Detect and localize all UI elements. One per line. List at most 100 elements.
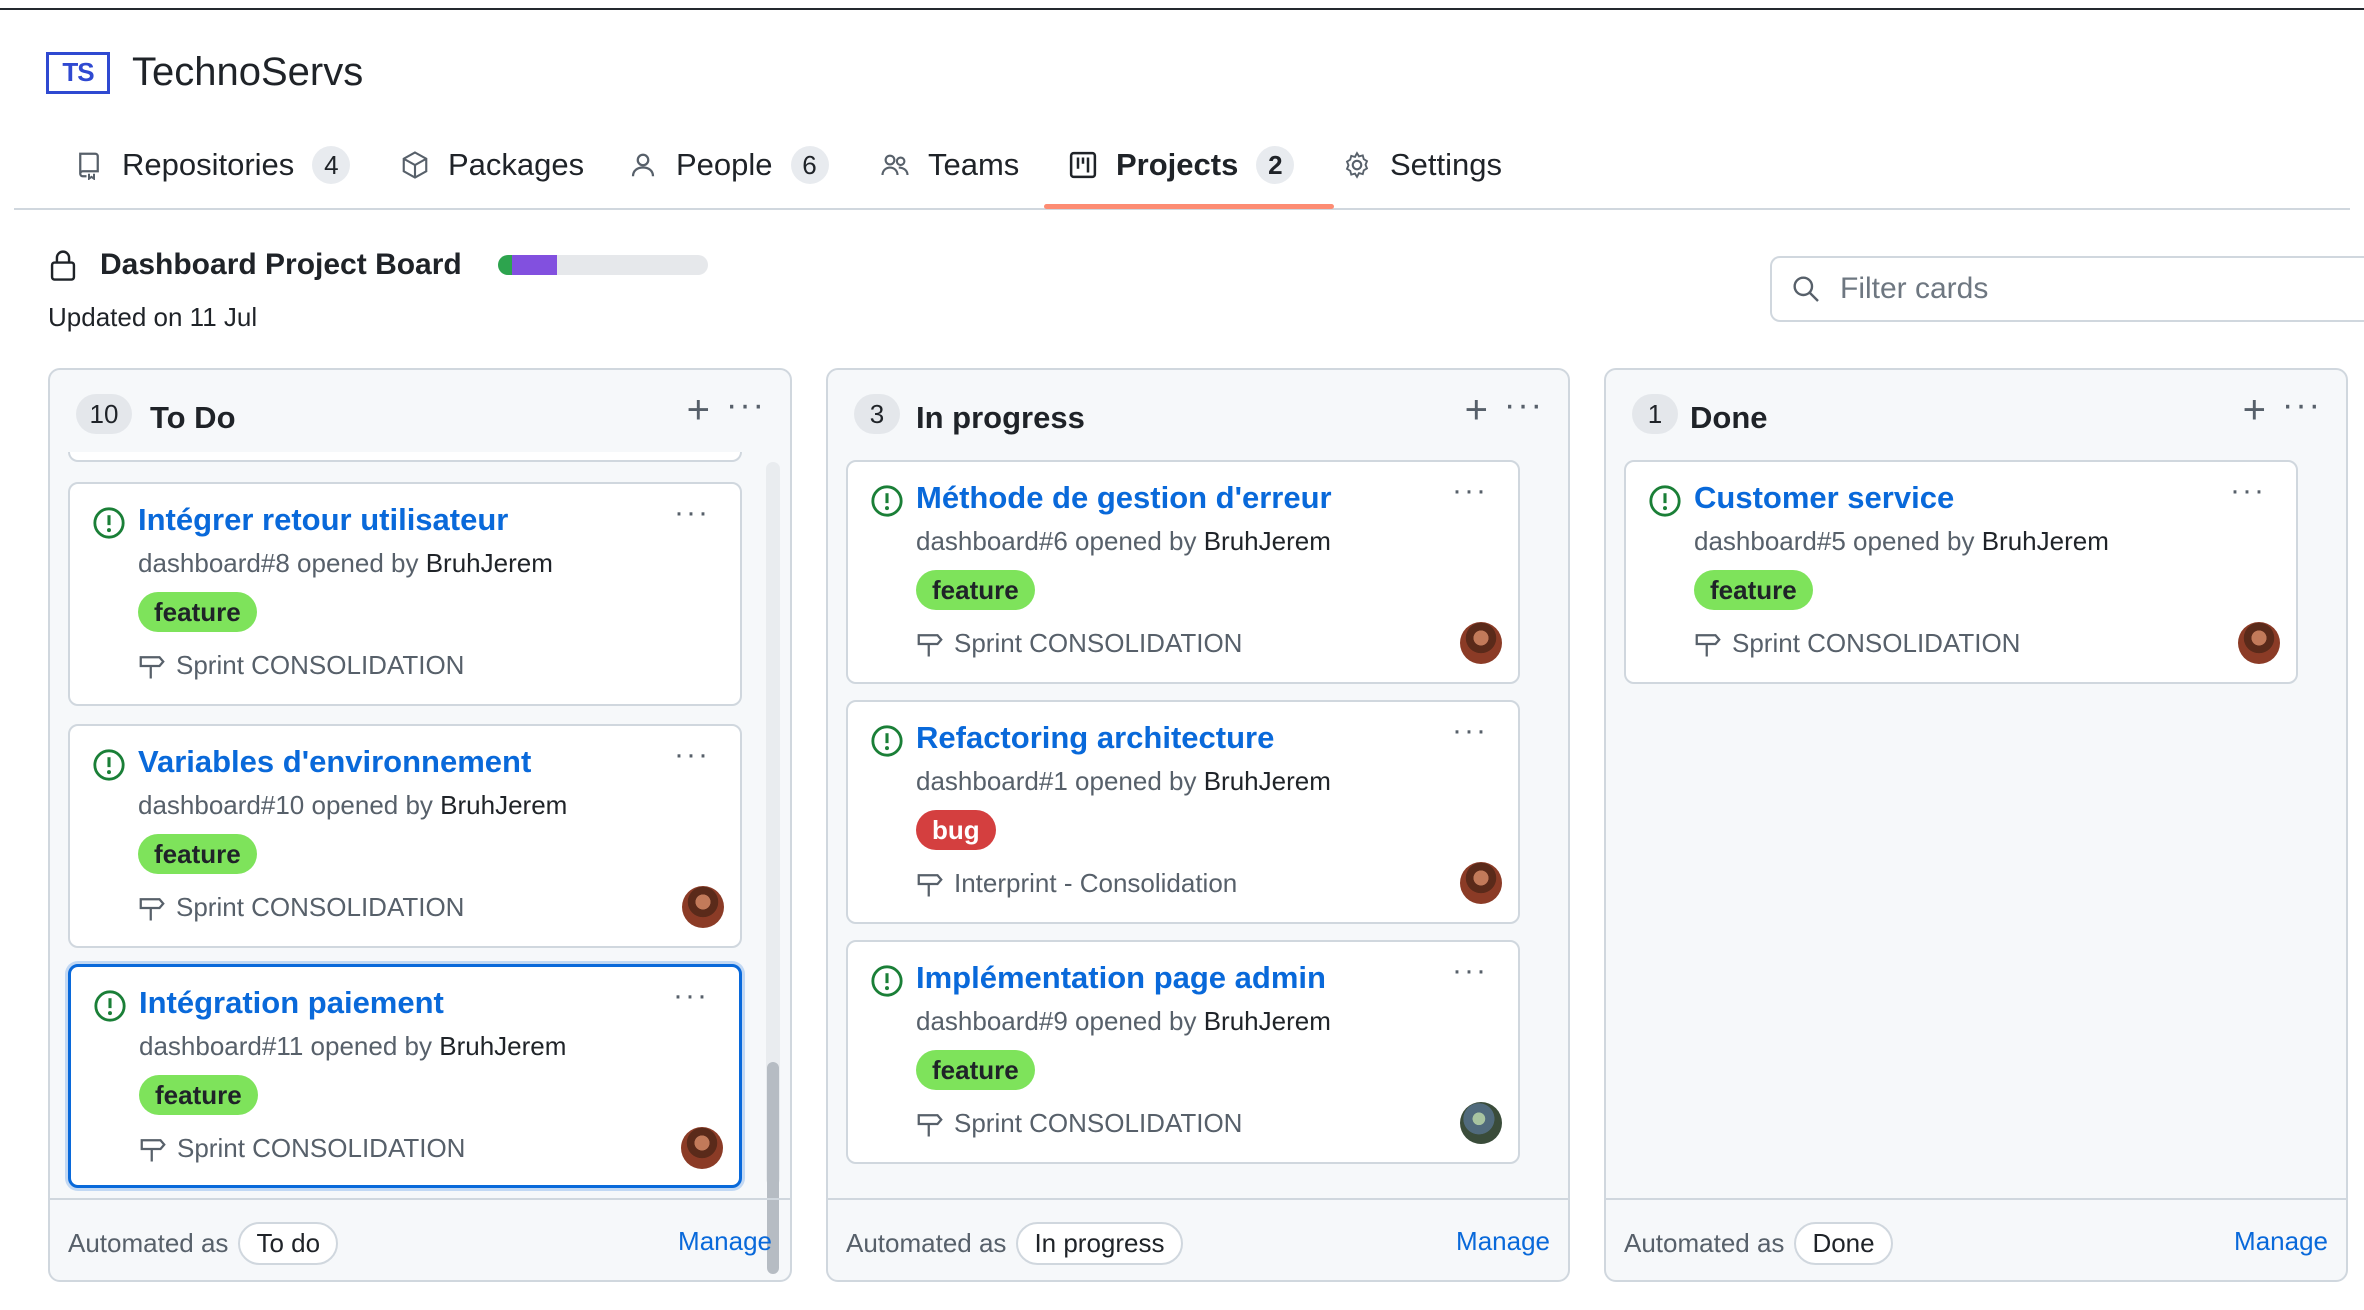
tab-label: Teams	[928, 147, 1020, 182]
add-card-button[interactable]: +	[687, 390, 710, 430]
card-milestone[interactable]: Sprint CONSOLIDATION	[136, 892, 464, 923]
card-milestone[interactable]: Interprint - Consolidation	[914, 868, 1237, 899]
open-issue-icon	[93, 507, 125, 539]
tab-settings[interactable]: Settings	[1342, 134, 1502, 196]
card-title[interactable]: Variables d'environnement	[138, 744, 531, 780]
manage-automation-link[interactable]: Manage	[1456, 1226, 1550, 1257]
card-menu-button[interactable]: ···	[2230, 474, 2266, 508]
assignee-avatar[interactable]	[681, 1127, 723, 1169]
card-menu-button[interactable]: ···	[673, 979, 709, 1013]
assignee-avatar[interactable]	[682, 886, 724, 928]
column-menu-button[interactable]: ···	[2282, 386, 2322, 425]
issue-card-selected[interactable]: Intégration paiement ··· dashboard#11 op…	[68, 964, 742, 1188]
card-menu-button[interactable]: ···	[1452, 474, 1488, 508]
tab-teams[interactable]: Teams	[880, 134, 1019, 196]
label-feature[interactable]: feature	[138, 834, 257, 874]
card-title[interactable]: Méthode de gestion d'erreur	[916, 480, 1332, 516]
issue-card[interactable]: Refactoring architecture ··· dashboard#1…	[846, 700, 1520, 924]
manage-automation-link[interactable]: Manage	[678, 1226, 772, 1257]
open-issue-icon	[871, 485, 903, 517]
tab-packages[interactable]: Packages	[400, 134, 584, 196]
milestone-label: Sprint CONSOLIDATION	[1732, 628, 2021, 658]
card-title[interactable]: Intégration paiement	[139, 985, 444, 1021]
card-meta: dashboard#9 opened by BruhJerem	[916, 1006, 1331, 1037]
tab-label: Packages	[448, 147, 585, 182]
column-footer: Automated as Done Manage	[1606, 1198, 2346, 1280]
column-card-count: 1	[1632, 394, 1678, 434]
assignee-avatar[interactable]	[2238, 622, 2280, 664]
add-card-button[interactable]: +	[1465, 390, 1488, 430]
issue-card[interactable]: Intégrer retour utilisateur ··· dashboar…	[68, 482, 742, 706]
tab-people[interactable]: People 6	[628, 134, 829, 196]
assignee-avatar[interactable]	[1460, 622, 1502, 664]
issue-card[interactable]: Implémentation page admin ··· dashboard#…	[846, 940, 1520, 1164]
filter-cards-input[interactable]	[1840, 272, 2320, 306]
card-title[interactable]: Refactoring architecture	[916, 720, 1274, 756]
card-milestone[interactable]: Sprint CONSOLIDATION	[914, 1108, 1242, 1139]
open-issue-icon	[1649, 485, 1681, 517]
org-name[interactable]: TechnoServs	[132, 50, 363, 95]
card-milestone[interactable]: Sprint CONSOLIDATION	[136, 650, 464, 681]
automated-as-label: Automated as	[1624, 1228, 1785, 1258]
card-meta: dashboard#6 opened by BruhJerem	[916, 526, 1331, 557]
column-scrollbar[interactable]	[766, 462, 780, 1274]
card-title[interactable]: Intégrer retour utilisateur	[138, 502, 508, 538]
card-menu-button[interactable]: ···	[1452, 714, 1488, 748]
card-meta: dashboard#8 opened by BruhJerem	[138, 548, 553, 579]
issue-card[interactable]: Variables d'environnement ··· dashboard#…	[68, 724, 742, 948]
card-milestone[interactable]: Sprint CONSOLIDATION	[1692, 628, 2020, 659]
manage-automation-link[interactable]: Manage	[2234, 1226, 2328, 1257]
tab-repositories[interactable]: Repositories 4	[74, 134, 351, 196]
issue-card[interactable]: Customer service ··· dashboard#5 opened …	[1624, 460, 2298, 684]
org-logo[interactable]: TS	[46, 51, 110, 94]
milestone-icon	[917, 633, 943, 656]
card-menu-button[interactable]: ···	[1452, 954, 1488, 988]
progress-in-progress-segment	[512, 255, 557, 275]
card-menu-button[interactable]: ···	[674, 738, 710, 772]
count-badge: 6	[790, 146, 829, 184]
card-milestone[interactable]: Sprint CONSOLIDATION	[137, 1133, 465, 1164]
card-title[interactable]: Customer service	[1694, 480, 1954, 516]
card-author[interactable]: BruhJerem	[440, 790, 567, 820]
label-feature[interactable]: feature	[916, 570, 1035, 610]
card-menu-button[interactable]: ···	[674, 496, 710, 530]
card-author[interactable]: BruhJerem	[1204, 1006, 1331, 1036]
tab-projects[interactable]: Projects 2	[1068, 134, 1295, 196]
automated-as-label: Automated as	[846, 1228, 1007, 1258]
label-feature[interactable]: feature	[138, 592, 257, 632]
card-author[interactable]: BruhJerem	[1982, 526, 2109, 556]
milestone-label: Sprint CONSOLIDATION	[954, 628, 1243, 658]
issue-card[interactable]: Méthode de gestion d'erreur ··· dashboar…	[846, 460, 1520, 684]
card-author[interactable]: BruhJerem	[1204, 766, 1331, 796]
column-menu-button[interactable]: ···	[726, 386, 766, 425]
open-issue-icon	[93, 749, 125, 781]
card-ref: dashboard#1 opened by	[916, 766, 1197, 796]
milestone-icon	[139, 655, 165, 678]
open-issue-icon	[871, 965, 903, 997]
card-ref: dashboard#9 opened by	[916, 1006, 1197, 1036]
card-author[interactable]: BruhJerem	[426, 548, 553, 578]
label-feature[interactable]: feature	[139, 1075, 258, 1115]
assignee-avatar[interactable]	[1460, 862, 1502, 904]
card-ref: dashboard#10 opened by	[138, 790, 433, 820]
card-author[interactable]: BruhJerem	[439, 1031, 566, 1061]
filter-cards-box[interactable]	[1770, 256, 2364, 322]
project-progress-bar	[497, 255, 708, 275]
add-card-button[interactable]: +	[2243, 390, 2266, 430]
assignee-avatar[interactable]	[1460, 1102, 1502, 1144]
column-card-count: 3	[854, 394, 900, 434]
partially-hidden-card	[68, 452, 742, 462]
count-badge: 4	[312, 146, 351, 184]
label-feature[interactable]: feature	[1694, 570, 1813, 610]
milestone-icon	[1695, 633, 1721, 656]
milestone-label: Sprint CONSOLIDATION	[177, 1133, 466, 1163]
tab-label: Settings	[1390, 147, 1503, 182]
card-milestone[interactable]: Sprint CONSOLIDATION	[914, 628, 1242, 659]
project-icon	[1069, 151, 1097, 179]
card-title[interactable]: Implémentation page admin	[916, 960, 1326, 996]
label-bug[interactable]: bug	[916, 810, 996, 850]
card-author[interactable]: BruhJerem	[1204, 526, 1331, 556]
label-feature[interactable]: feature	[916, 1050, 1035, 1090]
column-menu-button[interactable]: ···	[1504, 386, 1544, 425]
column-header: 3 In progress + ···	[828, 370, 1568, 454]
